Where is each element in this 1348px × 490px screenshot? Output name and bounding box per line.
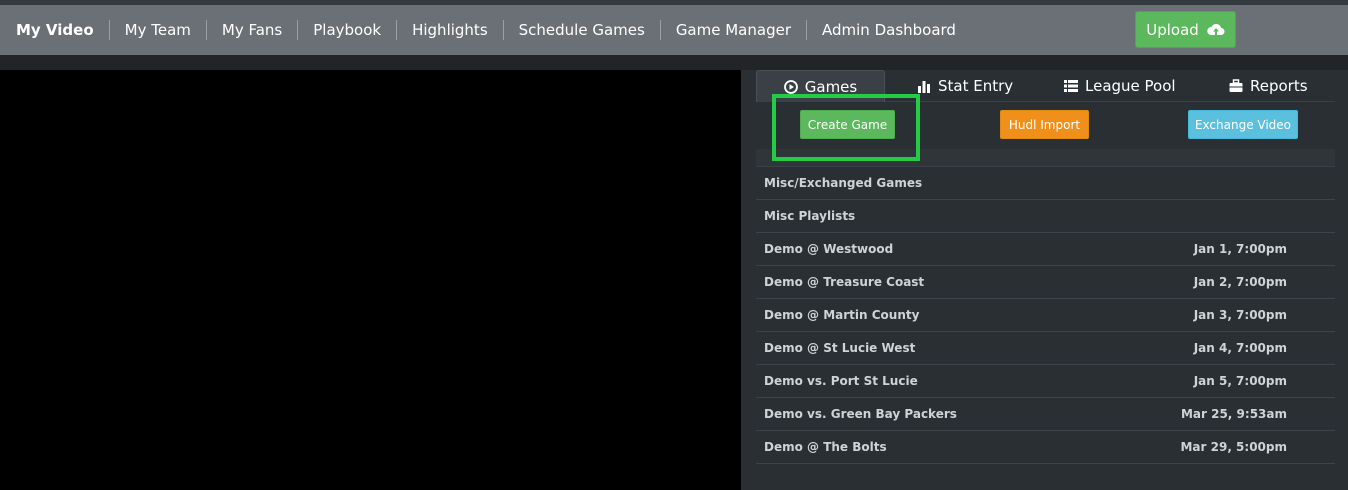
game-date: Mar 25, 9:53am [1180, 407, 1287, 421]
briefcase-icon [1229, 79, 1243, 92]
game-name: Demo @ St Lucie West [764, 341, 916, 355]
action-bar: Create Game Hudl Import Exchange Video [756, 103, 1335, 149]
game-name: Misc Playlists [764, 209, 856, 223]
right-panel: Games Stat Entry League Pool Reports Cre… [741, 70, 1348, 490]
exchange-video-button[interactable]: Exchange Video [1188, 110, 1298, 139]
list-item[interactable]: Misc/Exchanged Games [756, 167, 1335, 200]
list-item[interactable]: Demo vs. Green Bay Packers Mar 25, 9:53a… [756, 398, 1335, 431]
tab-league-pool[interactable]: League Pool [1064, 70, 1176, 102]
game-name: Demo vs. Port St Lucie [764, 374, 918, 388]
list-header-band [756, 149, 1335, 167]
game-name: Demo @ Treasure Coast [764, 275, 925, 289]
nav-highlights[interactable]: Highlights [396, 20, 503, 40]
nav-menu: My Video My Team My Fans Playbook Highli… [0, 5, 971, 55]
list-item[interactable]: Demo @ Treasure Coast Jan 2, 7:00pm [756, 266, 1335, 299]
hudl-import-button[interactable]: Hudl Import [1000, 110, 1089, 139]
video-player[interactable] [0, 70, 741, 490]
tab-reports[interactable]: Reports [1229, 70, 1308, 102]
nav-my-team[interactable]: My Team [108, 20, 206, 40]
navbar: My Video My Team My Fans Playbook Highli… [0, 5, 1348, 55]
tab-stat-entry-label: Stat Entry [938, 77, 1014, 95]
game-name: Demo @ Westwood [764, 242, 894, 256]
game-date: Mar 29, 5:00pm [1180, 440, 1287, 454]
tab-games-label: Games [804, 77, 858, 96]
game-date: Jan 5, 7:00pm [1193, 374, 1287, 388]
main-area: Games Stat Entry League Pool Reports Cre… [0, 55, 1348, 490]
game-date: Jan 4, 7:00pm [1193, 341, 1287, 355]
game-date: Jan 1, 7:00pm [1193, 242, 1287, 256]
list-icon [1064, 80, 1078, 92]
game-date: Jan 3, 7:00pm [1193, 308, 1287, 322]
game-name: Demo @ Martin County [764, 308, 920, 322]
tab-games[interactable]: Games [756, 70, 885, 102]
list-item[interactable]: Misc Playlists [756, 200, 1335, 233]
games-list: Misc/Exchanged Games Misc Playlists Demo… [756, 149, 1335, 464]
list-item[interactable]: Demo vs. Port St Lucie Jan 5, 7:00pm [756, 365, 1335, 398]
list-item[interactable]: Demo @ St Lucie West Jan 4, 7:00pm [756, 332, 1335, 365]
bar-chart-icon [918, 81, 930, 93]
nav-schedule-games[interactable]: Schedule Games [502, 20, 660, 40]
game-name: Misc/Exchanged Games [764, 176, 923, 190]
nav-playbook[interactable]: Playbook [297, 20, 396, 40]
nav-my-fans[interactable]: My Fans [205, 20, 297, 40]
list-item[interactable]: Demo @ Westwood Jan 1, 7:00pm [756, 233, 1335, 266]
game-name: Demo vs. Green Bay Packers [764, 407, 957, 421]
game-name: Demo @ The Bolts [764, 440, 887, 454]
nav-my-video[interactable]: My Video [0, 20, 109, 40]
list-item[interactable]: Demo @ Martin County Jan 3, 7:00pm [756, 299, 1335, 332]
upload-label: Upload [1146, 20, 1199, 39]
upload-button[interactable]: Upload [1135, 11, 1236, 48]
tab-stat-entry[interactable]: Stat Entry [917, 70, 1013, 102]
create-game-button[interactable]: Create Game [800, 110, 895, 139]
list-item[interactable]: Demo @ The Bolts Mar 29, 5:00pm [756, 431, 1335, 464]
cloud-upload-icon [1207, 23, 1225, 35]
game-date: Jan 2, 7:00pm [1193, 275, 1287, 289]
tab-bar: Games Stat Entry League Pool Reports [756, 70, 1335, 102]
play-circle-icon [783, 79, 798, 94]
nav-game-manager[interactable]: Game Manager [659, 20, 806, 40]
tab-league-pool-label: League Pool [1085, 77, 1176, 95]
nav-admin-dashboard[interactable]: Admin Dashboard [806, 20, 971, 40]
tab-reports-label: Reports [1250, 77, 1308, 95]
